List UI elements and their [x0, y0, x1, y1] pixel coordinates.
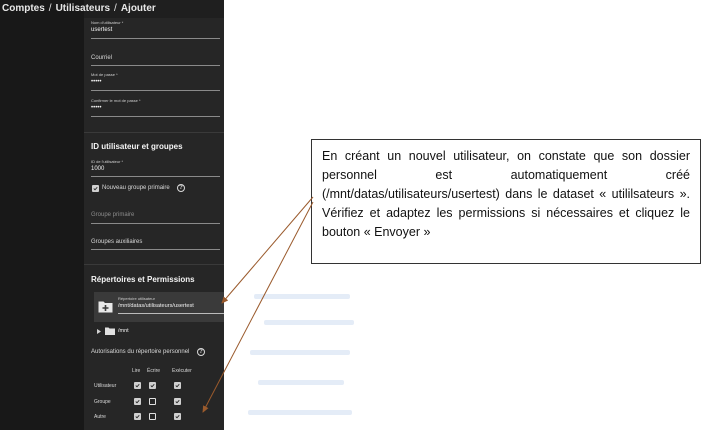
primary-group-underline	[91, 223, 220, 224]
checkmark-icon	[150, 383, 155, 388]
perm-checkbox-user-execute[interactable]	[174, 382, 181, 389]
perm-col-write: Écrire	[147, 368, 161, 374]
home-directory-field[interactable]: Répertoire utilisateur /mnt/datas/utilis…	[94, 292, 224, 322]
app-window: Comptes / Utilisateurs / Ajouter Nom d'utili…	[0, 0, 224, 430]
checkmark-icon	[175, 383, 180, 388]
perm-col-execute: Exécuter	[172, 368, 192, 374]
section-title-directories: Répertoires et Permissions	[91, 275, 195, 284]
uid-input[interactable]: 1000	[91, 166, 104, 173]
user-form-panel: Nom d'utilisateur * usertest Courriel Mo…	[84, 18, 224, 430]
password-label: Mot de passe *	[91, 72, 118, 77]
section-title-ids: ID utilisateur et groupes	[91, 142, 183, 151]
permissions-title: Autorisations du répertoire personnel	[91, 349, 190, 355]
folder-icon	[105, 327, 115, 335]
breadcrumb-item-utilisateurs[interactable]: Utilisateurs	[56, 3, 110, 14]
perm-checkbox-group-execute[interactable]	[174, 398, 181, 405]
perm-row-user: Utilisateur	[94, 383, 117, 389]
checkmark-icon	[135, 399, 140, 404]
password-underline	[91, 90, 220, 91]
aux-groups-select[interactable]: Groupes auxiliaires	[91, 239, 142, 246]
username-label: Nom d'utilisateur *	[91, 20, 124, 25]
checkmark-icon	[135, 414, 140, 419]
uid-label: ID de l'utilisateur *	[91, 159, 124, 164]
confirm-password-input[interactable]: •••••	[91, 105, 102, 112]
password-input[interactable]: •••••	[91, 79, 102, 86]
breadcrumb-separator: /	[114, 3, 117, 14]
home-directory-underline	[118, 313, 224, 314]
perm-checkbox-user-write[interactable]	[149, 382, 156, 389]
help-circle-icon[interactable]: ?	[177, 184, 185, 192]
home-directory-input[interactable]: /mnt/datas/utilisateurs/usertest	[118, 303, 194, 310]
tree-item-mnt[interactable]: /mnt	[118, 328, 129, 335]
perm-checkbox-group-write[interactable]	[149, 398, 156, 405]
section-divider	[84, 132, 224, 133]
uid-underline	[91, 176, 220, 177]
perm-row-group: Groupe	[94, 399, 111, 405]
checkmark-icon	[175, 399, 180, 404]
folder-plus-icon[interactable]	[98, 300, 113, 313]
breadcrumb-separator: /	[48, 3, 52, 14]
username-underline	[91, 38, 220, 39]
perm-checkbox-group-read[interactable]	[134, 398, 141, 405]
side-navigation	[0, 0, 84, 430]
section-divider	[84, 264, 224, 265]
annotation-text: En créant un nouvel utilisateur, on cons…	[322, 149, 690, 239]
email-underline	[91, 65, 220, 66]
perm-checkbox-other-write[interactable]	[149, 413, 156, 420]
breadcrumb-item-ajouter: Ajouter	[120, 3, 156, 14]
primary-group-select[interactable]: Groupe primaire	[91, 212, 134, 219]
username-input[interactable]: usertest	[91, 27, 112, 34]
chevron-right-icon[interactable]	[97, 329, 101, 334]
breadcrumb-item-comptes[interactable]: Comptes	[2, 3, 45, 14]
help-circle-icon[interactable]: ?	[197, 348, 205, 356]
perm-checkbox-other-execute[interactable]	[174, 413, 181, 420]
new-primary-group-label: Nouveau groupe primaire	[102, 185, 170, 191]
confirm-password-underline	[91, 116, 220, 117]
arrow-to-home-directory	[221, 196, 314, 304]
perm-checkbox-other-read[interactable]	[134, 413, 141, 420]
perm-checkbox-user-read[interactable]	[134, 382, 141, 389]
annotation-callout: En créant un nouvel utilisateur, on cons…	[311, 139, 701, 264]
checkmark-icon	[175, 414, 180, 419]
aux-groups-underline	[91, 249, 220, 250]
perm-row-other: Autre	[94, 414, 106, 420]
confirm-password-label: Confirmer le mot de passe *	[91, 98, 141, 103]
checkmark-icon	[135, 383, 140, 388]
new-primary-group-checkbox[interactable]	[92, 185, 99, 192]
home-directory-label: Répertoire utilisateur	[118, 296, 155, 301]
perm-col-read: Lire	[132, 368, 141, 374]
checkmark-icon	[93, 186, 98, 191]
faded-background-content	[244, 290, 364, 430]
email-input[interactable]: Courriel	[91, 55, 112, 62]
